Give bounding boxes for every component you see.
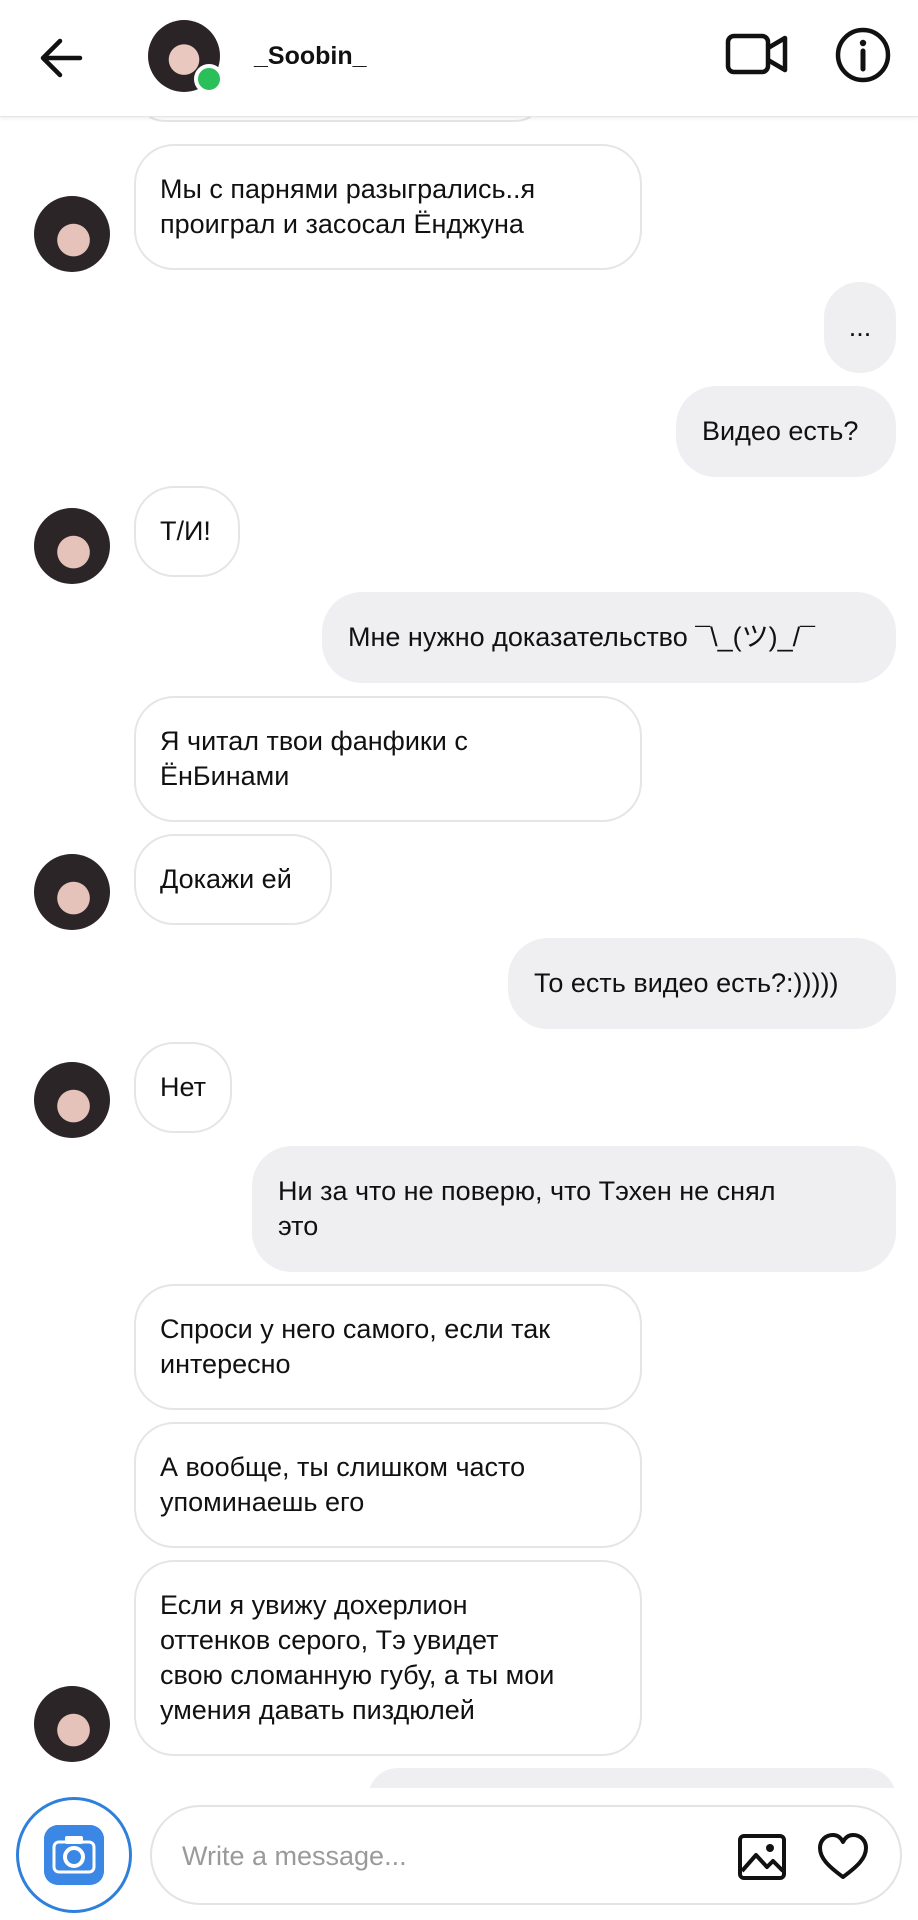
- camera-icon: [44, 1825, 104, 1885]
- sender-avatar[interactable]: [34, 508, 110, 584]
- incoming-message[interactable]: А вообще, ты слишком часто упоминаешь ег…: [134, 1422, 642, 1548]
- incoming-message[interactable]: Т/И!: [134, 486, 240, 577]
- message-field[interactable]: [150, 1805, 902, 1905]
- arrow-left-icon[interactable]: [34, 30, 90, 86]
- outgoing-message[interactable]: Мне нужно доказательство ¯\_(ツ)_/¯: [322, 592, 896, 683]
- message-input[interactable]: [180, 1833, 704, 1879]
- outgoing-message[interactable]: Видео есть?: [676, 386, 896, 477]
- outgoing-message[interactable]: Ни за что не поверю, что Тэхен не снял э…: [252, 1146, 896, 1272]
- incoming-message[interactable]: Мы с парнями разыгрались..я проиграл и з…: [134, 144, 642, 270]
- message-list[interactable]: Мы с парнями разыгрались..я проиграл и з…: [0, 116, 918, 1788]
- sender-avatar[interactable]: [34, 1686, 110, 1762]
- sender-avatar[interactable]: [34, 854, 110, 930]
- incoming-message[interactable]: Я читал твои фанфики с ЁнБинами: [134, 696, 642, 822]
- sender-avatar[interactable]: [34, 196, 110, 272]
- outgoing-message[interactable]: То есть видео есть?:))))): [508, 938, 896, 1029]
- online-status-indicator: [194, 64, 224, 94]
- message-composer: [0, 1788, 918, 1920]
- incoming-message[interactable]: Докажи ей: [134, 834, 332, 925]
- contact-avatar[interactable]: [148, 20, 224, 94]
- contact-name[interactable]: _Soobin_: [254, 42, 367, 71]
- incoming-message[interactable]: Нет: [134, 1042, 232, 1133]
- partial-message-bubble: [368, 1768, 896, 1788]
- incoming-message[interactable]: Если я увижу дохерлион оттенков серого, …: [134, 1560, 642, 1756]
- heart-icon[interactable]: [816, 1831, 870, 1883]
- gallery-icon[interactable]: [736, 1831, 788, 1883]
- sender-avatar[interactable]: [34, 1062, 110, 1138]
- video-call-icon[interactable]: [724, 26, 790, 82]
- camera-button[interactable]: [16, 1797, 132, 1913]
- chat-header: _Soobin_: [0, 0, 918, 117]
- info-icon[interactable]: [834, 26, 892, 84]
- outgoing-message[interactable]: ...: [824, 282, 896, 373]
- incoming-message[interactable]: Спроси у него самого, если так интересно: [134, 1284, 642, 1410]
